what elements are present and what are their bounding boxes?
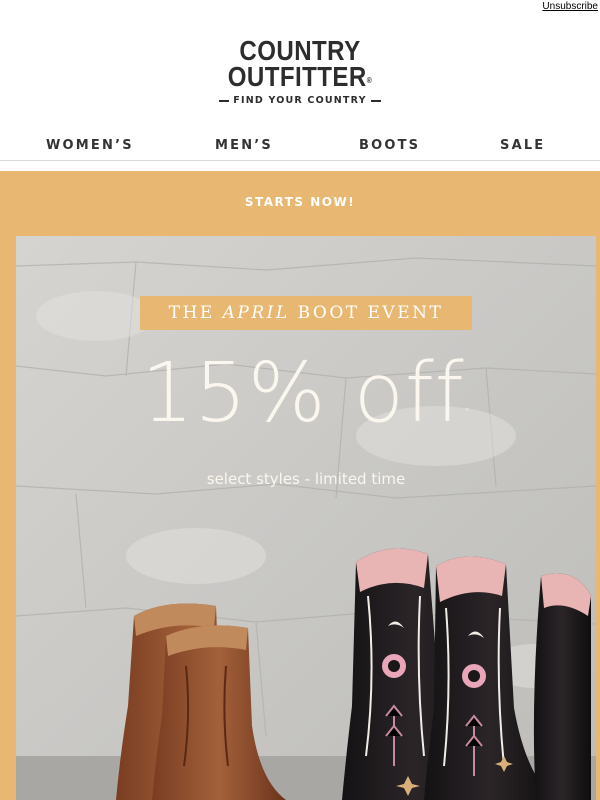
discount-asterisk: * bbox=[464, 406, 471, 417]
email-page: Unsubscribe COUNTRY OUTFITTER® FIND YOUR… bbox=[0, 0, 600, 800]
unsubscribe-link[interactable]: Unsubscribe bbox=[542, 1, 598, 12]
brand-logo[interactable]: COUNTRY OUTFITTER® FIND YOUR COUNTRY bbox=[0, 37, 600, 106]
nav-item-boots[interactable]: BOOTS bbox=[359, 138, 420, 153]
tagline-dash-left bbox=[219, 99, 230, 102]
event-badge: THE APRIL BOOT EVENT bbox=[140, 296, 472, 330]
starts-now-label: STARTS NOW! bbox=[244, 195, 356, 209]
hero-image[interactable]: THE APRIL BOOT EVENT 15% off* select sty… bbox=[16, 236, 596, 800]
nav-item-womens[interactable]: WOMEN’S bbox=[46, 138, 134, 153]
nav-item-sale[interactable]: SALE bbox=[500, 138, 545, 153]
promo-banner[interactable]: STARTS NOW! THE APRIL BOOT EVENT 15% off… bbox=[0, 171, 600, 800]
nav-item-mens[interactable]: MEN’S bbox=[215, 138, 273, 153]
main-nav: WOMEN’S MEN’S BOOTS SALE bbox=[0, 132, 600, 161]
registered-mark: ® bbox=[366, 76, 373, 85]
event-month: APRIL bbox=[222, 303, 290, 323]
logo-line-2-text: OUTFITTER bbox=[227, 61, 367, 92]
event-suffix: BOOT EVENT bbox=[289, 303, 444, 323]
discount-value: 15% off bbox=[141, 346, 465, 441]
discount-subtitle: select styles - limited time bbox=[206, 470, 406, 488]
tagline-text: FIND YOUR COUNTRY bbox=[233, 95, 367, 106]
event-prefix: THE bbox=[168, 303, 223, 323]
logo-line-2: OUTFITTER® bbox=[42, 61, 558, 92]
logo-tagline: FIND YOUR COUNTRY bbox=[0, 95, 600, 106]
tagline-dash-right bbox=[370, 99, 381, 102]
discount-headline: 15% off* bbox=[16, 344, 596, 444]
